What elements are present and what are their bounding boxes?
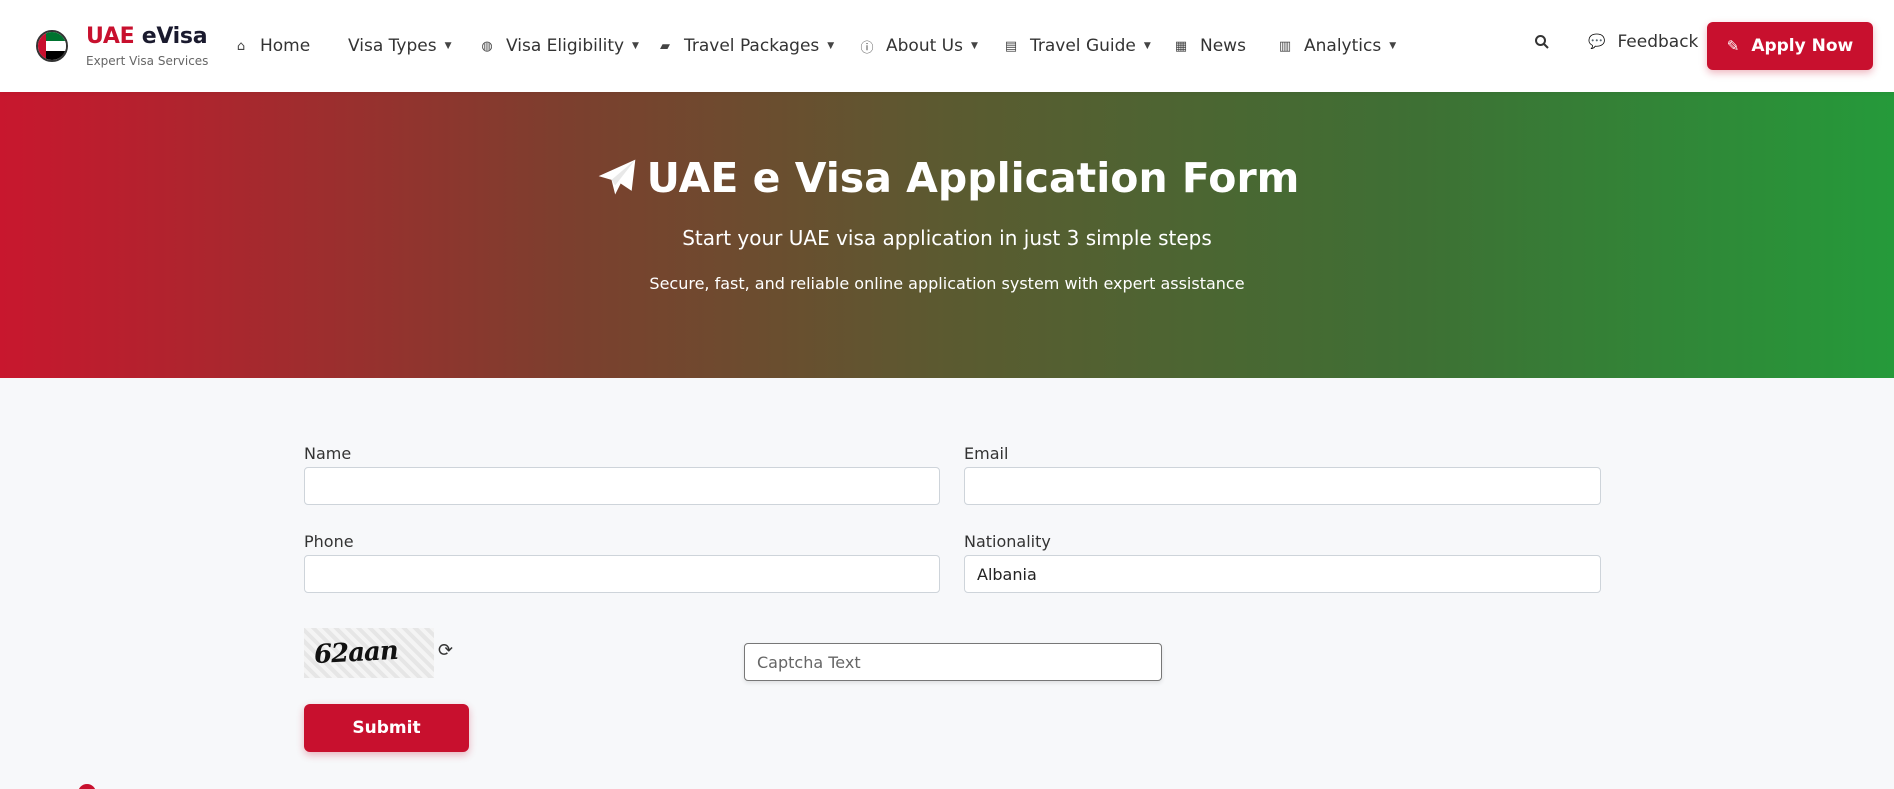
refresh-icon: ⟳: [438, 640, 454, 661]
caret-down-icon: ▼: [1143, 41, 1151, 51]
page-title: UAE e Visa Application Form: [0, 154, 1894, 202]
edit-icon: ✎: [1726, 37, 1740, 55]
phone-field[interactable]: [304, 555, 940, 593]
caret-down-icon: ▼: [632, 41, 639, 51]
nav-home-label: Home: [260, 36, 311, 56]
nav-visa-types-label: Visa Types: [348, 36, 437, 56]
phone-label: Phone: [304, 532, 354, 551]
hero-subtitle: Start your UAE visa application in just …: [682, 226, 1212, 250]
brand-text: UAE eVisa Expert Visa Services: [86, 24, 208, 68]
paper-plane-icon: [598, 159, 635, 195]
application-form: Name Email Phone Nationality 62aan ⟳ Sub…: [0, 378, 1894, 789]
newspaper-icon: ▦: [1174, 38, 1188, 54]
brand-subtitle: Expert Visa Services: [86, 54, 209, 68]
nationality-field[interactable]: [964, 555, 1601, 593]
email-label: Email: [964, 444, 1009, 463]
captcha-image: 62aan: [304, 628, 434, 678]
home-icon: ⌂: [236, 38, 246, 54]
caret-down-icon: ▼: [1389, 41, 1397, 51]
info-icon: ⓘ: [860, 40, 874, 56]
brand-title-uae: UAE: [86, 24, 135, 49]
captcha-input[interactable]: [744, 643, 1162, 681]
email-field[interactable]: [964, 467, 1601, 505]
top-navbar: UAE eVisa Expert Visa Services ⌂ Home Vi…: [0, 0, 1894, 92]
comment-icon: 💬: [1588, 34, 1606, 50]
nav-visa-eligibility-label: Visa Eligibility: [506, 36, 625, 56]
nav-travel-guide[interactable]: ▤ Travel Guide ▼: [1004, 36, 1151, 56]
caret-down-icon: ▼: [827, 41, 835, 51]
submit-button[interactable]: Submit: [304, 704, 469, 752]
nav-travel-packages[interactable]: ▰ Travel Packages ▼: [658, 36, 834, 56]
nav-news-label: News: [1200, 36, 1246, 56]
captcha-code: 62aan: [313, 635, 399, 671]
brand-title: UAE eVisa: [86, 24, 208, 50]
caret-down-icon: ▼: [970, 41, 978, 51]
brand-title-evisa: eVisa: [141, 24, 208, 49]
nav-analytics-label: Analytics: [1304, 36, 1382, 56]
hero-banner: UAE e Visa Application Form Start your U…: [0, 92, 1894, 378]
nav-about-us-label: About Us: [886, 36, 963, 56]
globe-icon: ◍: [481, 38, 493, 54]
caret-down-icon: ▼: [444, 41, 452, 51]
name-label: Name: [304, 444, 352, 463]
nav-analytics[interactable]: ▥ Analytics ▼: [1278, 36, 1396, 56]
nav-news[interactable]: ▦ News: [1174, 36, 1246, 56]
nav-travel-guide-label: Travel Guide: [1030, 36, 1136, 56]
name-field[interactable]: [304, 467, 940, 505]
brand-logo[interactable]: UAE eVisa Expert Visa Services: [36, 24, 208, 68]
nav-visa-types[interactable]: Visa Types ▼: [348, 36, 451, 56]
search-button[interactable]: [1534, 34, 1550, 54]
hero-tagline: Secure, fast, and reliable online applic…: [649, 274, 1245, 293]
search-icon: [1535, 35, 1549, 49]
briefcase-icon: ▰: [660, 38, 670, 54]
apply-now-label: Apply Now: [1751, 36, 1854, 56]
book-icon: ▤: [1004, 38, 1018, 54]
page-title-text: UAE e Visa Application Form: [646, 154, 1300, 202]
feedback-label: Feedback: [1617, 32, 1699, 52]
uae-flag-icon: [36, 30, 68, 62]
nav-visa-eligibility[interactable]: ◍ Visa Eligibility ▼: [480, 36, 639, 56]
nationality-label: Nationality: [964, 532, 1051, 551]
nav-home[interactable]: ⌂ Home: [234, 36, 310, 56]
apply-now-button[interactable]: ✎ Apply Now: [1707, 22, 1873, 70]
nav-about-us[interactable]: ⓘ About Us ▼: [860, 36, 978, 56]
bar-chart-icon: ▥: [1278, 38, 1292, 54]
nav-travel-packages-label: Travel Packages: [684, 36, 820, 56]
refresh-captcha-button[interactable]: ⟳: [438, 640, 453, 661]
feedback-link[interactable]: 💬 Feedback: [1588, 32, 1698, 52]
